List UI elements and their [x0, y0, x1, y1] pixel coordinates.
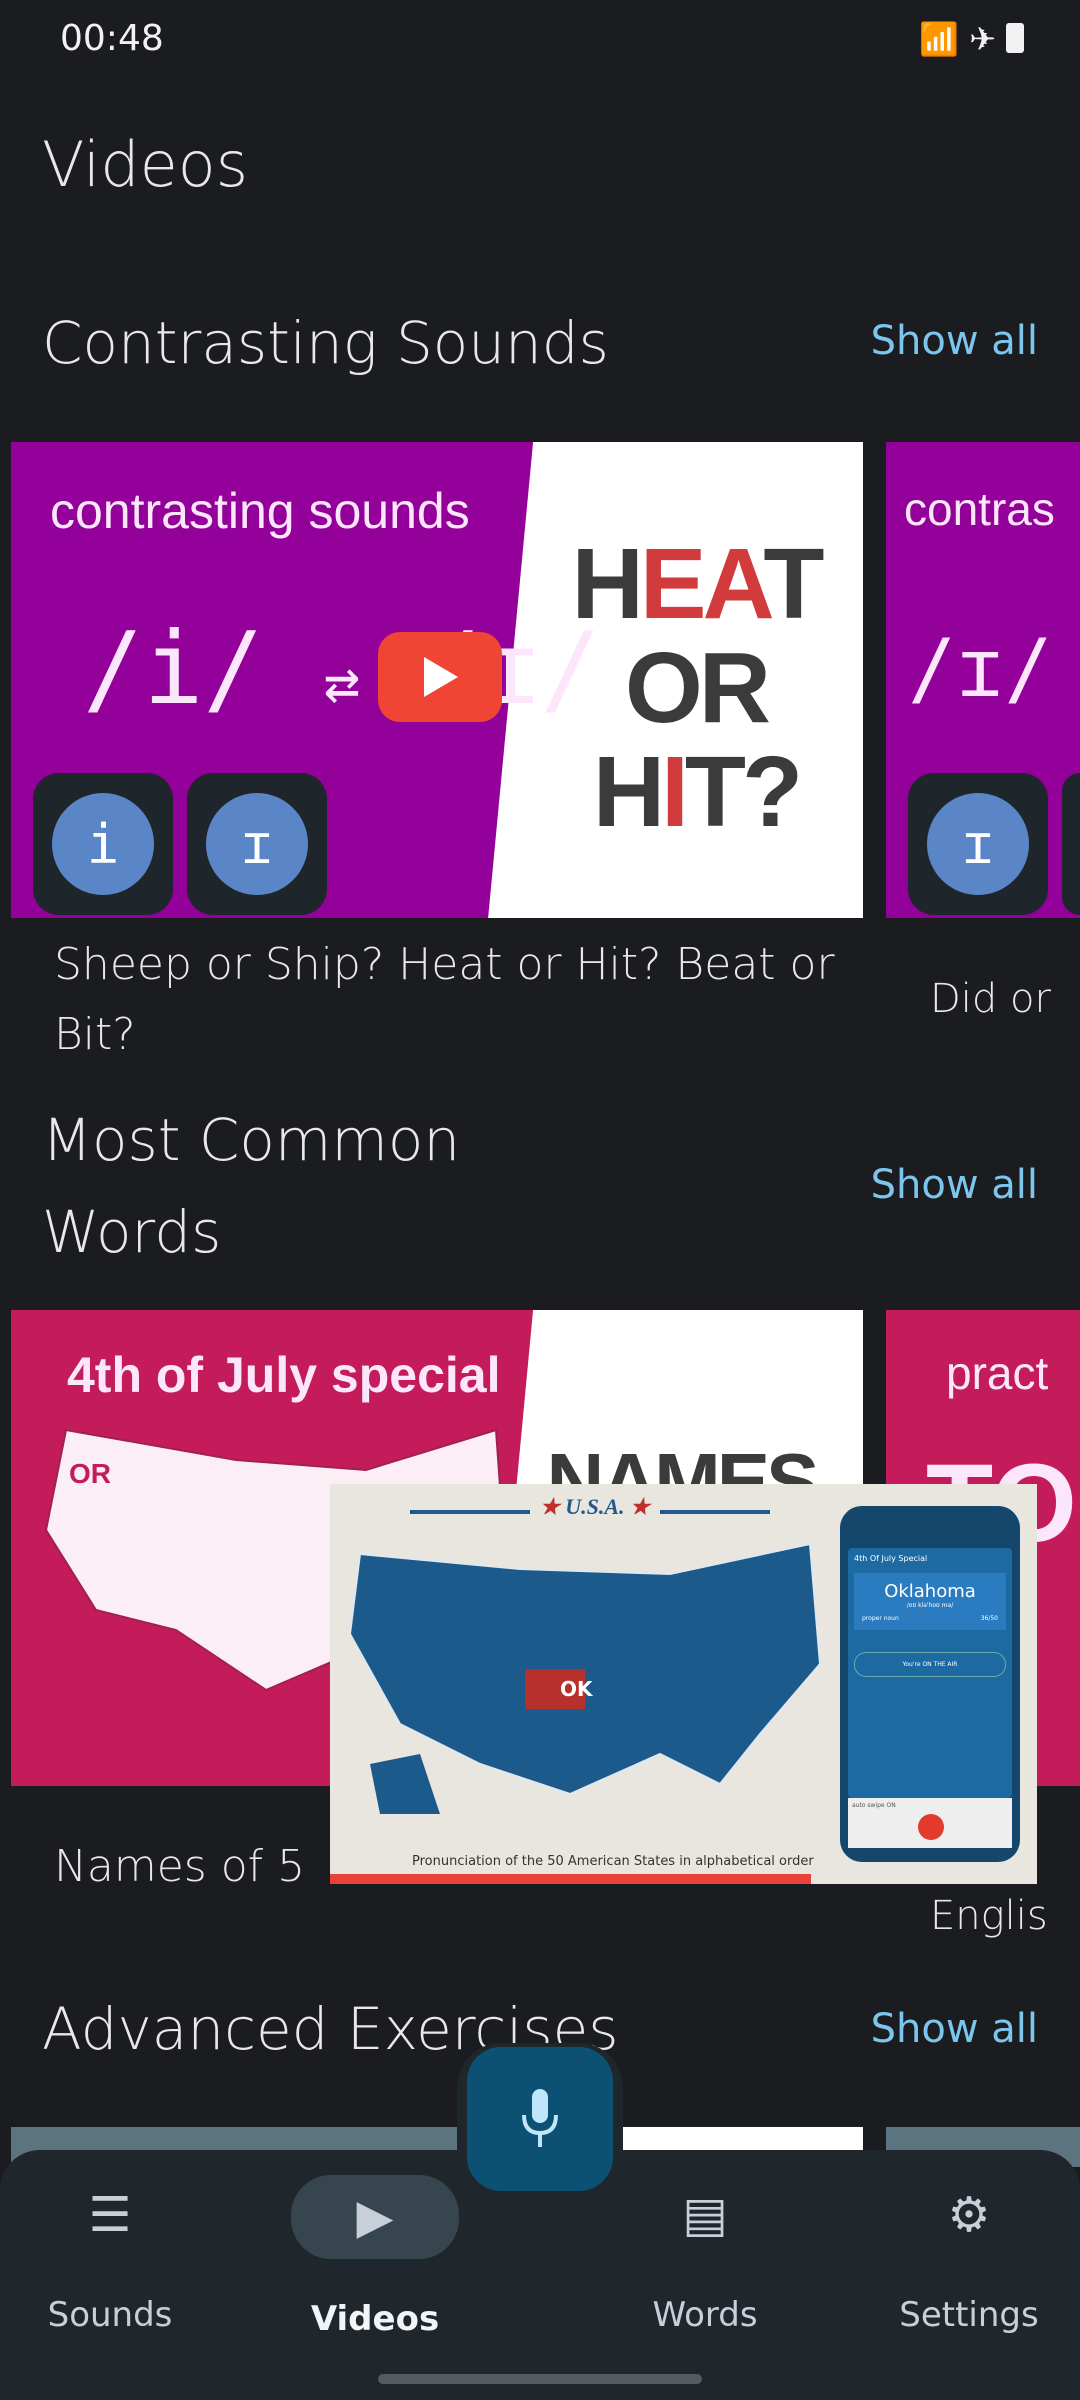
video-card[interactable]: contras /ɪ/ ɪ	[886, 442, 1080, 918]
phone-mockup: 4th Of July Special Oklahoma /oʊ klə'hoʊ…	[840, 1506, 1020, 1862]
thumb-ipa: /i/ ⇄ /ɪ/	[83, 610, 601, 727]
thumb-title: contrasting sounds	[50, 483, 470, 539]
sound-badge	[1062, 773, 1080, 915]
badge-label: i	[52, 793, 154, 895]
phone-controls: auto swipe ON	[848, 1798, 1012, 1848]
badge-label: ɪ	[927, 793, 1029, 895]
home-indicator[interactable]	[378, 2374, 702, 2384]
nav-item-videos[interactable]: ▶ Videos	[275, 2175, 475, 2339]
sound-badge: ɪ	[187, 773, 327, 915]
page-title: Videos	[42, 128, 249, 201]
nav-label: Videos	[310, 2299, 440, 2339]
badge-label: ɪ	[206, 793, 308, 895]
state-label: OK	[560, 1677, 593, 1701]
show-all-button[interactable]: Show all	[871, 2006, 1038, 2052]
picture-in-picture-player[interactable]: ★ U.S.A. ★ OK Pronunciation of the 50 Am…	[330, 1484, 1037, 1884]
thumb-title: contras	[904, 483, 1055, 535]
thumb-title: pract	[946, 1347, 1049, 1399]
show-all-button[interactable]: Show all	[871, 318, 1038, 364]
nav-item-settings[interactable]: ⚙ Settings	[869, 2175, 1069, 2335]
show-all-button[interactable]: Show all	[871, 1162, 1038, 1208]
gear-icon: ⚙	[947, 2187, 991, 2243]
state-label: OR	[69, 1458, 111, 1489]
nav-label: Settings	[899, 2295, 1039, 2335]
video-library-icon: ▶	[291, 2175, 459, 2259]
video-caption[interactable]: Names of 5	[54, 1832, 305, 1902]
list-icon: ☰	[88, 2187, 132, 2243]
sound-badge: ɪ	[908, 773, 1048, 915]
pip-header: ★ U.S.A. ★	[530, 1494, 660, 1520]
nav-item-words[interactable]: ▤ Words	[605, 2175, 805, 2335]
microphone-button[interactable]	[467, 2047, 613, 2191]
thumb-title: 4th of July special	[67, 1347, 501, 1403]
pip-footer: Pronunciation of the 50 American States …	[412, 1854, 814, 1869]
play-icon	[424, 657, 458, 697]
phone-title: 4th Of July Special	[854, 1554, 928, 1563]
video-card[interactable]: contrasting sounds /i/ ⇄ /ɪ/ HEAT OR HIT? …	[11, 442, 863, 918]
thumb-ipa: /ɪ/	[908, 622, 1053, 715]
nav-item-sounds[interactable]: ☰ Sounds	[10, 2175, 210, 2335]
nav-label: Words	[652, 2295, 758, 2335]
video-caption[interactable]: Sheep or Ship? Heat or Hit? Beat or Bit?	[54, 930, 864, 1070]
pip-progress-bar[interactable]	[330, 1874, 811, 1884]
battery-icon	[1006, 23, 1024, 53]
phone-status: You're ON THE AIR	[854, 1652, 1006, 1677]
play-button[interactable]	[378, 632, 502, 722]
caption-line: Englis	[930, 1893, 1048, 1939]
chat-list-icon: ▤	[682, 2187, 728, 2243]
phone-word: Oklahoma	[884, 1581, 976, 1602]
phone-counter: 36/50	[980, 1615, 998, 1622]
thumb-right-text: HEAT OR HIT?	[571, 528, 825, 848]
microphone-icon	[522, 2089, 558, 2147]
section-title: Advanced Exercises	[42, 1995, 619, 2063]
section-title: Most Common Words	[42, 1106, 461, 1266]
video-caption[interactable]: Did or	[930, 964, 1051, 1034]
airplane-mode-icon: ✈	[969, 20, 996, 58]
nav-label: Sounds	[47, 2295, 173, 2335]
phone-phonetic: /oʊ klə'hoʊ mə/	[906, 1602, 954, 1609]
phone-auto-swipe: auto swipe ON	[852, 1802, 896, 1809]
status-icons: 📶 ✈	[919, 20, 1024, 58]
status-time: 00:48	[60, 18, 164, 59]
phone-word-type: proper noun	[862, 1615, 899, 1622]
swap-arrows-icon: ⇄	[323, 648, 360, 718]
ipa-left: /i/	[83, 610, 264, 727]
wifi-icon: 📶	[919, 20, 960, 58]
sound-badge: i	[33, 773, 173, 915]
pip-header-text: U.S.A.	[565, 1494, 625, 1519]
section-title: Contrasting Sounds	[42, 309, 609, 377]
